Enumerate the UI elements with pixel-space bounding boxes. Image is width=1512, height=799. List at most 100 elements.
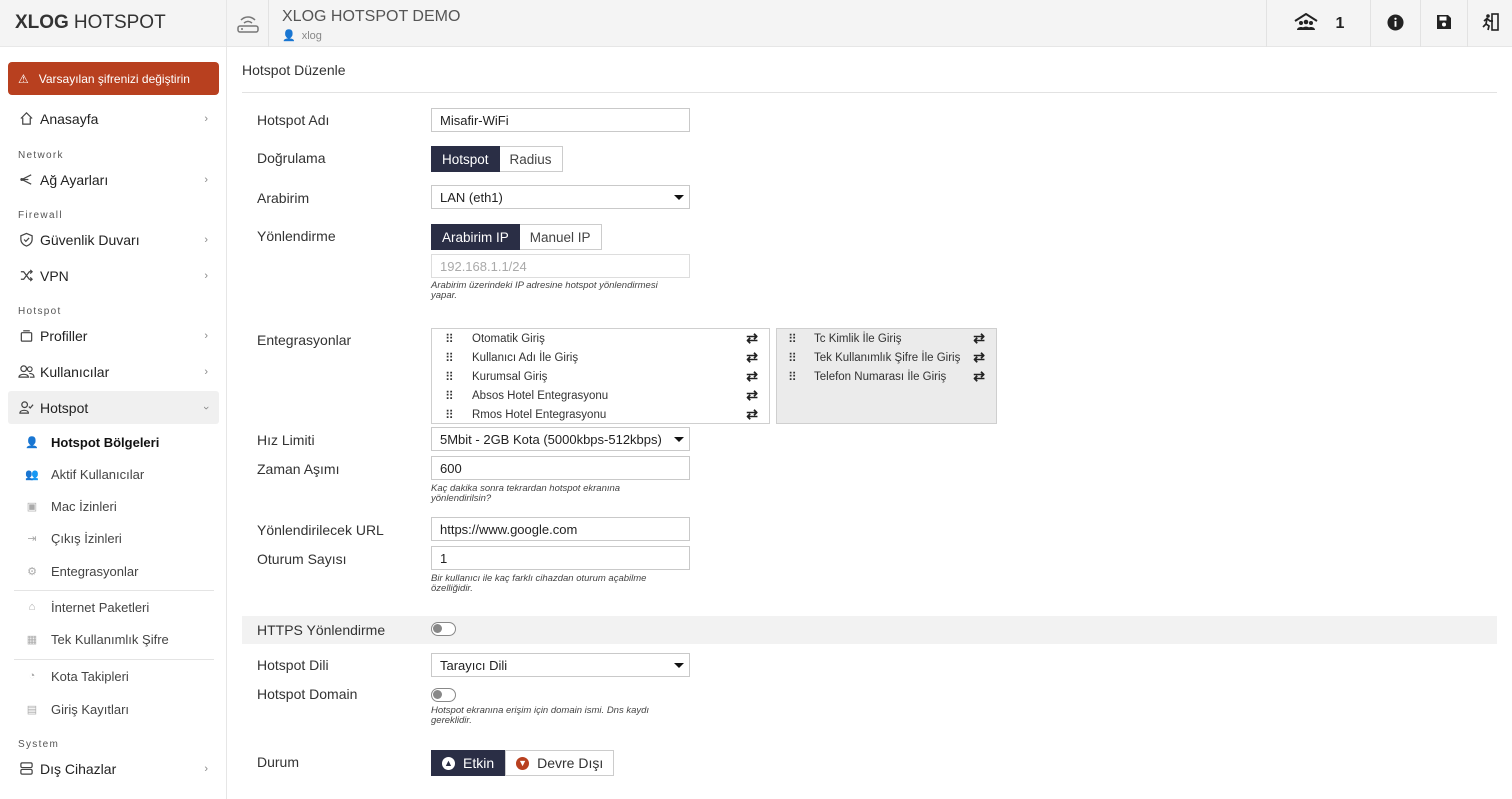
- status-disabled-button[interactable]: ▼ Devre Dışı: [505, 750, 615, 776]
- hotspot-language-select[interactable]: Tarayıcı Dili: [431, 653, 690, 677]
- drag-handle-icon[interactable]: ⠿: [445, 351, 461, 365]
- routing-toggle-group: Arabirim IP Manuel IP: [431, 224, 602, 250]
- swap-icon[interactable]: ⇄: [746, 406, 758, 423]
- sidebar-subitem-mac[interactable]: ▣ Mac İzinleri: [24, 492, 214, 520]
- interface-select[interactable]: LAN (eth1): [431, 185, 690, 209]
- sidebar-subitem-label: Çıkış İzinleri: [51, 530, 122, 546]
- sidebar-subitem-otp[interactable]: ▦ Tek Kullanımlık Şifre: [24, 625, 214, 653]
- sidebar-item-network-settings[interactable]: Ağ Ayarları ›: [8, 163, 219, 196]
- chevron-right-icon: ›: [204, 112, 208, 125]
- save-button[interactable]: [1420, 0, 1467, 47]
- chevron-down-icon: ›: [200, 405, 213, 410]
- list-item[interactable]: ⠿ Kurumsal Giriş ⇄: [432, 367, 769, 386]
- session-count-label: Oturum Sayısı: [257, 551, 347, 567]
- sidebar-subitem-packages[interactable]: ⌂ İnternet Paketleri: [24, 593, 214, 621]
- exit-icon: ⇥: [27, 532, 37, 545]
- swap-icon[interactable]: ⇄: [973, 330, 985, 347]
- list-item[interactable]: ⠿ Telefon Numarası İle Giriş ⇄: [777, 367, 996, 386]
- logout-button[interactable]: [1467, 0, 1512, 47]
- sidebar-subitem-exit[interactable]: ⇥ Çıkış İzinleri: [24, 524, 214, 552]
- list-item[interactable]: ⠿ Tc Kimlik İle Giriş ⇄: [777, 329, 996, 348]
- auth-toggle-group: Hotspot Radius: [431, 146, 563, 172]
- sidebar-item-label: Hotspot: [40, 399, 89, 416]
- sidebar-item-firewall[interactable]: Güvenlik Duvarı ›: [8, 223, 219, 256]
- swap-icon[interactable]: ⇄: [746, 368, 758, 385]
- chip-icon: ▣: [26, 500, 38, 513]
- drag-handle-icon[interactable]: ⠿: [445, 389, 461, 403]
- sidebar-item-profiles[interactable]: Profiller ›: [8, 319, 219, 352]
- routing-ip-input[interactable]: 192.168.1.1/24: [431, 254, 690, 278]
- timeout-label: Zaman Aşımı: [257, 461, 340, 477]
- auth-hotspot-button[interactable]: Hotspot: [431, 146, 500, 172]
- list-item[interactable]: ⠿ Rmos Hotel Entegrasyonu ⇄: [432, 405, 769, 424]
- copy-icon: [17, 328, 35, 343]
- device-user: 👤 xlog: [282, 29, 322, 42]
- keypad-icon: ▦: [26, 633, 38, 646]
- change-password-alert[interactable]: ⚠ Varsayılan şifrenizi değiştirin: [8, 62, 219, 95]
- sidebar-item-home[interactable]: Anasayfa ›: [8, 102, 219, 135]
- routing-manual-ip-button[interactable]: Manuel IP: [519, 224, 602, 250]
- timeout-input[interactable]: 600: [431, 456, 690, 480]
- hotspot-domain-help: Hotspot ekranına erişim için domain ismi…: [431, 705, 650, 726]
- sidebar-subitem-label: Aktif Kullanıcılar: [51, 466, 145, 482]
- online-count: 1: [1335, 14, 1345, 32]
- routing-label: Yönlendirme: [257, 228, 336, 244]
- interface-value: LAN (eth1): [440, 189, 503, 205]
- swap-icon[interactable]: ⇄: [973, 349, 985, 366]
- sidebar-subitem-integrations[interactable]: ⚙ Entegrasyonlar: [24, 557, 214, 585]
- swap-icon[interactable]: ⇄: [973, 368, 985, 385]
- swap-icon[interactable]: ⇄: [746, 330, 758, 347]
- sidebar-item-label: Dış Cihazlar: [40, 760, 117, 777]
- drag-handle-icon[interactable]: ⠿: [788, 351, 804, 365]
- auth-radius-button[interactable]: Radius: [499, 146, 563, 172]
- users-wifi-icon: [1293, 12, 1319, 34]
- sidebar-subitem-zones[interactable]: 👤 Hotspot Bölgeleri: [24, 428, 214, 456]
- swap-icon[interactable]: ⇄: [746, 387, 758, 404]
- drag-handle-icon[interactable]: ⠿: [445, 370, 461, 384]
- routing-interface-ip-button[interactable]: Arabirim IP: [431, 224, 520, 250]
- status-enabled-button[interactable]: ▲ Etkin: [431, 750, 506, 776]
- list-item-label: Absos Hotel Entegrasyonu: [472, 389, 609, 402]
- list-item[interactable]: ⠿ Absos Hotel Entegrasyonu ⇄: [432, 386, 769, 405]
- list-item[interactable]: ⠿ Otomatik Giriş ⇄: [432, 329, 769, 348]
- drag-handle-icon[interactable]: ⠿: [445, 332, 461, 346]
- drag-handle-icon[interactable]: ⠿: [788, 370, 804, 384]
- info-button[interactable]: [1370, 0, 1420, 47]
- sidebar-item-hotspot[interactable]: Hotspot ›: [8, 391, 219, 424]
- integrations-selected-list: ⠿ Tc Kimlik İle Giriş ⇄ ⠿ Tek Kullanımlık Ş…: [776, 328, 997, 424]
- drag-handle-icon[interactable]: ⠿: [445, 408, 461, 422]
- hotspot-name-input[interactable]: Misafir-WiFi: [431, 108, 690, 132]
- running-exit-icon: [1481, 13, 1499, 34]
- swap-icon[interactable]: ⇄: [746, 349, 758, 366]
- sidebar-subitem-active-users[interactable]: 👥 Aktif Kullanıcılar: [24, 460, 214, 488]
- sidebar-item-users[interactable]: Kullanıcılar ›: [8, 355, 219, 388]
- drag-handle-icon[interactable]: ⠿: [788, 332, 804, 346]
- speed-limit-select[interactable]: 5Mbit - 2GB Kota (5000kbps-512kbps): [431, 427, 690, 451]
- sidebar-item-external-devices[interactable]: Dış Cihazlar ›: [8, 752, 219, 785]
- hotspot-language-label: Hotspot Dili: [257, 657, 329, 673]
- alert-text: Varsayılan şifrenizi değiştirin: [38, 71, 190, 86]
- list-item-label: Kullanıcı Adı İle Giriş: [472, 351, 579, 364]
- sidebar-divider: [14, 590, 214, 591]
- info-icon: [1387, 13, 1404, 34]
- hotspot-domain-toggle[interactable]: [431, 688, 456, 702]
- sidebar-subitem-logins[interactable]: ▤ Giriş Kayıtları: [24, 695, 214, 723]
- warning-icon: ⚠: [18, 71, 29, 86]
- status-label: Durum: [257, 754, 300, 770]
- user-icon: 👤: [282, 30, 296, 42]
- https-redirect-label: HTTPS Yönlendirme: [257, 622, 386, 638]
- sidebar-subitem-label: Giriş Kayıtları: [51, 701, 130, 717]
- online-users-button[interactable]: 1: [1266, 0, 1370, 47]
- sidebar-item-vpn[interactable]: VPN ›: [8, 259, 219, 292]
- sidebar-subitem-quota[interactable]: ◔ Kota Takipleri: [24, 662, 214, 690]
- section-network: Network: [18, 150, 64, 161]
- https-redirect-toggle[interactable]: [431, 622, 456, 636]
- speed-limit-label: Hız Limiti: [257, 432, 315, 448]
- user-check-icon: 👤: [25, 436, 39, 449]
- list-item[interactable]: ⠿ Kullanıcı Adı İle Giriş ⇄: [432, 348, 769, 367]
- list-item[interactable]: ⠿ Tek Kullanımlık Şifre İle Giriş ⇄: [777, 348, 996, 367]
- session-count-input[interactable]: 1: [431, 546, 690, 570]
- chevron-right-icon: ›: [204, 365, 208, 378]
- redirect-url-input[interactable]: https://www.google.com: [431, 517, 690, 541]
- interface-label: Arabirim: [257, 190, 310, 206]
